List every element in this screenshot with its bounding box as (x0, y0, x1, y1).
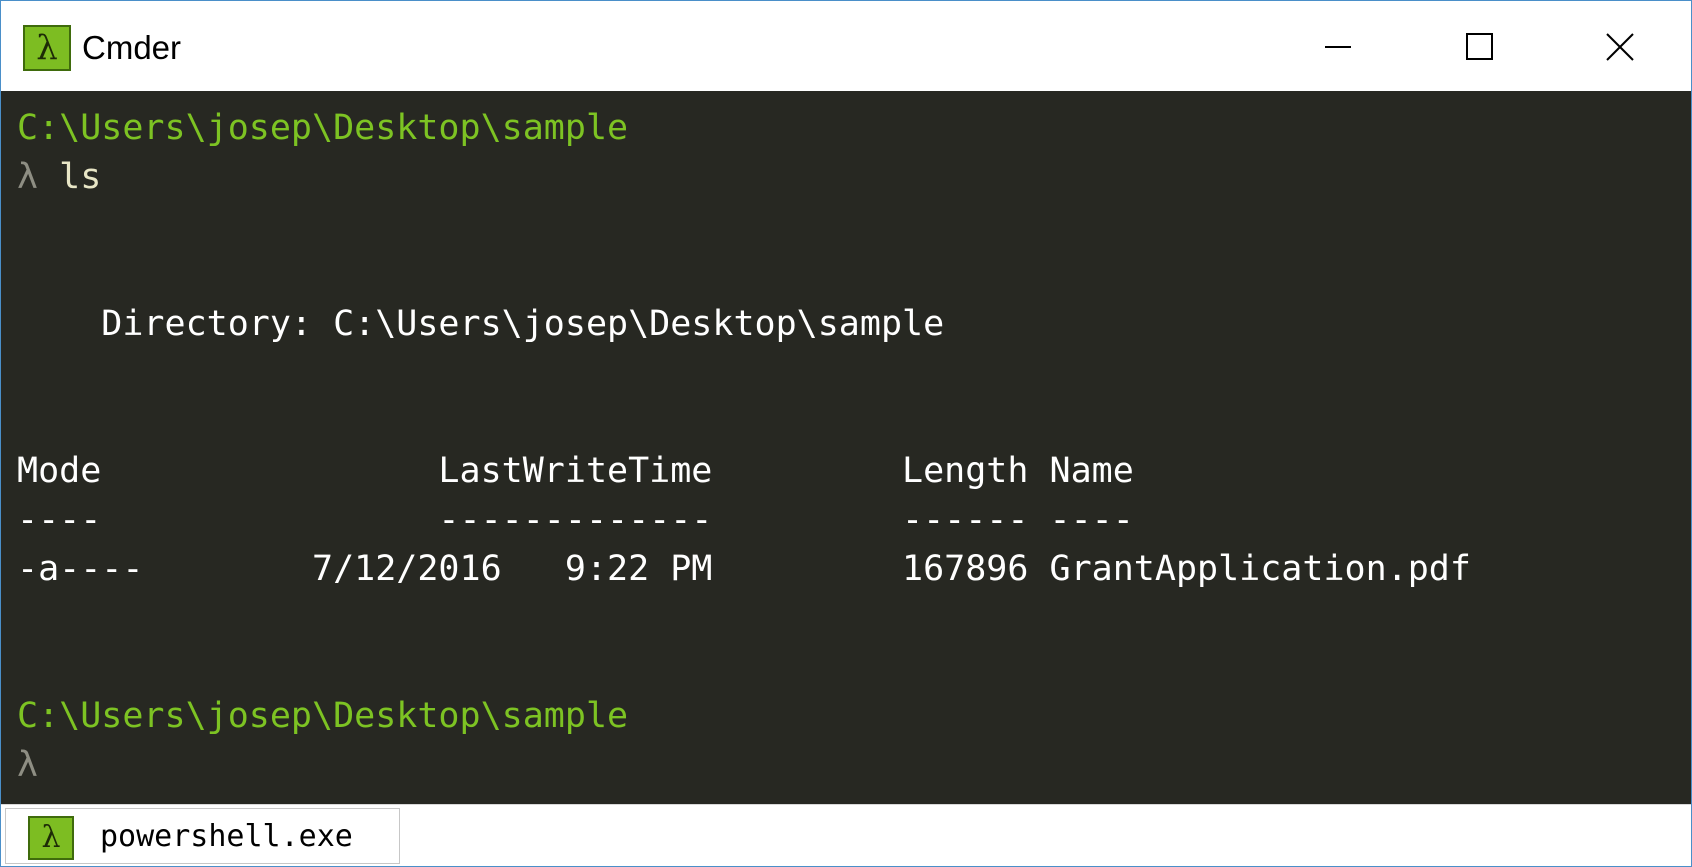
listing-separator: ---- ------------- ------ ---- (17, 500, 1134, 540)
tab-powershell[interactable]: λ powershell.exe (5, 808, 400, 864)
maximize-icon (1466, 33, 1493, 60)
minimize-button[interactable] (1303, 17, 1373, 77)
tab-label: powershell.exe (100, 819, 353, 854)
tab-bar: λ powershell.exe (1, 804, 1691, 866)
lambda-tab-icon: λ (28, 816, 74, 860)
prompt-path: C:\Users\josep\Desktop\sample (17, 696, 629, 736)
console-output[interactable]: C:\Users\josep\Desktop\sample λ ls Direc… (1, 91, 1691, 804)
command-line: λ ls (17, 155, 101, 199)
lambda-prompt: λ (17, 157, 39, 197)
lambda-logo-icon[interactable]: λ (23, 25, 71, 71)
directory-line: Directory: C:\Users\josep\Desktop\sample (17, 304, 945, 344)
cmder-window: λ Cmder C:\Users\josep\Desktop\sample λ … (0, 0, 1692, 867)
window-title: Cmder (82, 29, 182, 66)
prompt-path: C:\Users\josep\Desktop\sample (17, 108, 629, 148)
close-button[interactable] (1585, 17, 1655, 77)
close-icon (1606, 33, 1634, 61)
listing-header: Mode LastWriteTime Length Name (17, 451, 1134, 491)
listing-row: -a---- 7/12/2016 9:22 PM 167896 GrantApp… (17, 549, 1471, 589)
minimize-icon (1325, 46, 1351, 48)
title-bar[interactable]: λ Cmder (1, 1, 1691, 91)
lambda-prompt[interactable]: λ (17, 743, 38, 787)
maximize-button[interactable] (1444, 17, 1514, 77)
command-text: ls (59, 157, 102, 197)
